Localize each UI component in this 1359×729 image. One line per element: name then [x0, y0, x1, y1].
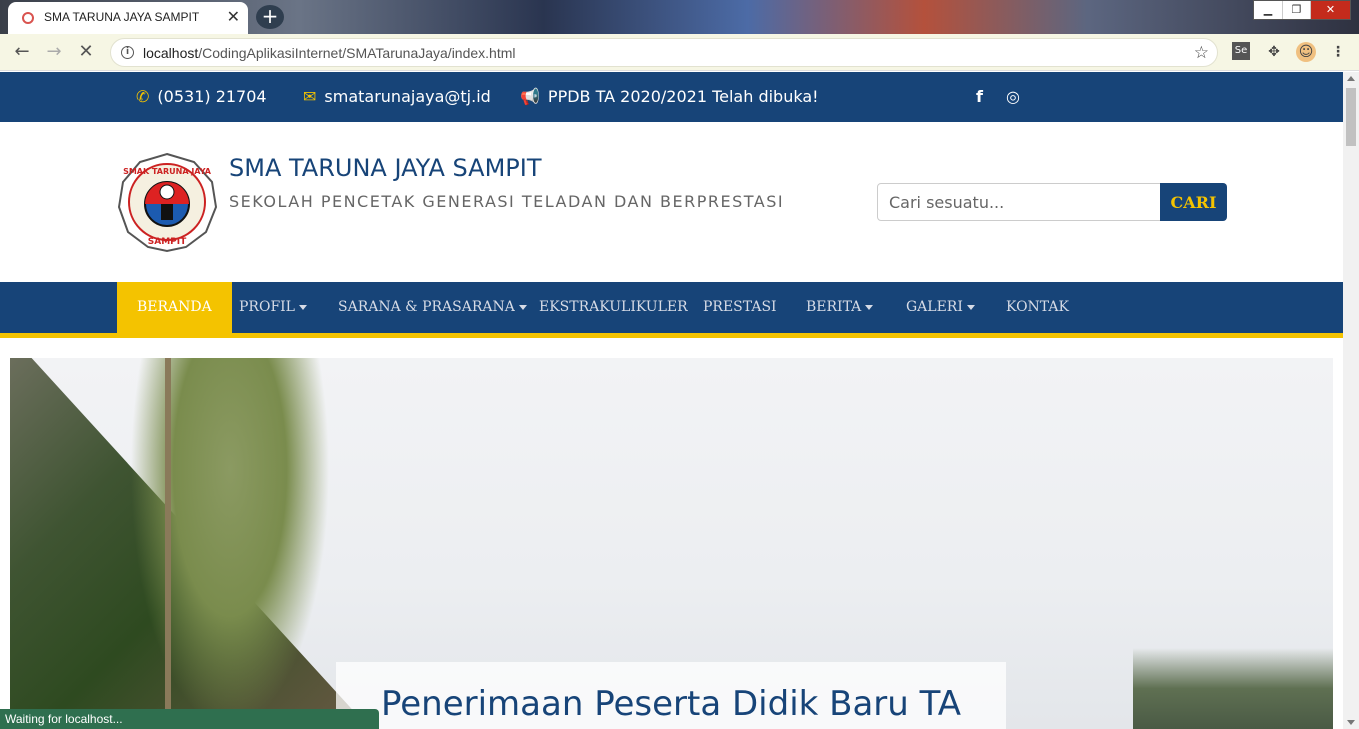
browser-tab[interactable]: SMA TARUNA JAYA SAMPIT ✕ — [8, 2, 248, 34]
tab-title: SMA TARUNA JAYA SAMPIT — [44, 10, 200, 24]
scroll-up-icon[interactable] — [1347, 76, 1355, 81]
chevron-down-icon — [298, 304, 307, 310]
phone-contact: ✆ (0531) 21704 — [136, 87, 267, 106]
announcement: 📢 PPDB TA 2020/2021 Telah dibuka! — [520, 87, 819, 106]
restore-button[interactable]: ❐ — [1282, 1, 1310, 19]
instagram-icon[interactable]: ◎ — [1006, 87, 1020, 106]
phone-icon: ✆ — [136, 87, 150, 106]
site-tagline: SEKOLAH PENCETAK GENERASI TELADAN DAN BE… — [229, 192, 785, 211]
selenium-extension-icon[interactable]: Se — [1232, 42, 1250, 60]
nav-item-beranda[interactable]: BERANDA — [117, 282, 232, 333]
megaphone-icon: 📢 — [520, 87, 540, 106]
info-icon[interactable]: i — [121, 46, 134, 59]
nav-item-prestasi[interactable]: PRESTASI — [683, 282, 797, 333]
nav-item-profil[interactable]: PROFIL — [219, 282, 327, 333]
back-icon[interactable]: ← — [10, 41, 34, 63]
chevron-down-icon — [865, 304, 874, 310]
favicon-icon — [22, 12, 34, 24]
phone-text: (0531) 21704 — [157, 87, 267, 106]
envelope-icon: ✉ — [303, 87, 317, 106]
browser-status-bar: Waiting for localhost... — [0, 709, 379, 729]
nav-item-kontak[interactable]: KONTAK — [986, 282, 1089, 333]
nav-item-sarana-prasarana[interactable]: SARANA & PRASARANA — [318, 282, 547, 333]
nav-item-ekstrakulikuler[interactable]: EKSTRAKULIKULER — [519, 282, 708, 333]
address-bar[interactable]: i localhost/CodingAplikasiInternet/SMATa… — [110, 38, 1218, 67]
hero-image-tree — [130, 358, 330, 729]
email-text: smatarunajaya@tj.id — [324, 87, 491, 106]
extensions-puzzle-icon[interactable]: ✥ — [1264, 42, 1284, 62]
page-scrollbar[interactable] — [1343, 72, 1359, 729]
menu-kebab-icon[interactable]: ⋮ — [1328, 42, 1348, 62]
hero-carousel[interactable]: Penerimaan Peserta Didik Baru TA — [10, 358, 1333, 729]
nav-item-galeri[interactable]: GALERI — [886, 282, 995, 333]
svg-text:SMAK TARUNA JAYA: SMAK TARUNA JAYA — [123, 167, 212, 176]
hero-caption: Penerimaan Peserta Didik Baru TA — [380, 684, 962, 724]
new-tab-button[interactable]: + — [256, 5, 284, 29]
main-navigation: BERANDA PROFIL SARANA & PRASARANA EKSTRA… — [0, 282, 1343, 338]
announcement-text: PPDB TA 2020/2021 Telah dibuka! — [547, 87, 819, 106]
nav-item-berita[interactable]: BERITA — [786, 282, 893, 333]
site-header: SMAK TARUNA JAYA SAMPIT SMA TARUNA JAYA … — [0, 122, 1343, 282]
hero-image-building — [1133, 648, 1333, 729]
svg-text:SAMPIT: SAMPIT — [148, 237, 187, 247]
site-title: SMA TARUNA JAYA SAMPIT — [229, 154, 542, 182]
browser-toolbar: ← → ✕ i localhost/CodingAplikasiInternet… — [0, 34, 1359, 71]
scroll-down-icon[interactable] — [1347, 720, 1355, 725]
hero-image-trunk — [165, 358, 171, 729]
hero-caption-box: Penerimaan Peserta Didik Baru TA — [336, 662, 1006, 729]
email-contact: ✉ smatarunajaya@tj.id — [303, 87, 491, 106]
browser-tabstrip: SMA TARUNA JAYA SAMPIT ✕ + ▁ ❐ ✕ — [0, 0, 1359, 34]
forward-icon[interactable]: → — [42, 41, 66, 63]
site-topbar: ✆ (0531) 21704 ✉ smatarunajaya@tj.id 📢 P… — [0, 72, 1343, 122]
window-close-button[interactable]: ✕ — [1310, 1, 1350, 19]
bookmark-star-icon[interactable]: ☆ — [1194, 43, 1209, 63]
school-logo[interactable]: SMAK TARUNA JAYA SAMPIT — [116, 152, 219, 253]
window-controls: ▁ ❐ ✕ — [1253, 0, 1351, 20]
scrollbar-thumb[interactable] — [1346, 88, 1356, 146]
stop-loading-icon[interactable]: ✕ — [74, 41, 98, 63]
close-tab-icon[interactable]: ✕ — [227, 7, 240, 27]
search-button[interactable]: CARI — [1160, 183, 1227, 221]
facebook-icon[interactable]: f — [976, 87, 983, 106]
minimize-button[interactable]: ▁ — [1254, 1, 1282, 19]
search-input[interactable] — [877, 183, 1162, 221]
profile-avatar-icon[interactable]: ☺ — [1296, 42, 1316, 62]
url-text[interactable]: localhost/CodingAplikasiInternet/SMATaru… — [143, 45, 516, 61]
chevron-down-icon — [966, 304, 975, 310]
